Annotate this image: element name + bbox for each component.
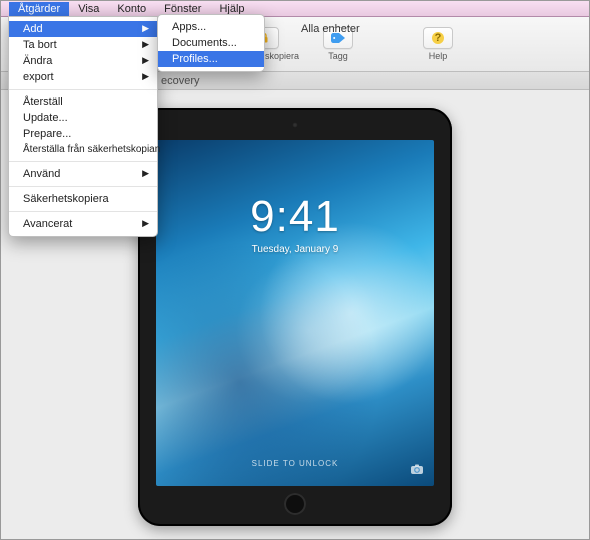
slide-to-unlock: SLIDE TO UNLOCK <box>252 459 339 468</box>
home-button-icon <box>284 493 306 515</box>
menu-item-restore[interactable]: Återställ <box>9 94 157 110</box>
actions-menu: Add▶ Ta bort▶ Ändra▶ export▶ Återställ U… <box>8 16 158 237</box>
device-screen: 9:41 Tuesday, January 9 SLIDE TO UNLOCK <box>156 140 434 486</box>
submenu-arrow-icon: ▶ <box>142 23 149 34</box>
menu-visa[interactable]: Visa <box>69 2 108 16</box>
submenu-arrow-icon: ▶ <box>142 39 149 50</box>
submenu-item-profiles[interactable]: Profiles... <box>158 51 264 67</box>
help-icon: ? <box>423 27 453 49</box>
tab-recovery[interactable]: ecovery <box>161 75 200 87</box>
toolbar-label: Help <box>429 51 448 61</box>
menu-item-prepare[interactable]: Prepare... <box>9 126 157 142</box>
svg-text:?: ? <box>435 32 442 44</box>
lock-date: Tuesday, January 9 <box>252 244 339 255</box>
devices-header: Alla enheter <box>301 23 360 35</box>
menu-konto[interactable]: Konto <box>108 2 155 16</box>
menu-item-advanced[interactable]: Avancerat▶ <box>9 216 157 232</box>
menu-item-add[interactable]: Add▶ <box>9 21 157 37</box>
menu-separator <box>9 89 157 90</box>
lock-clock: 9:41 <box>250 192 340 242</box>
camera-icon <box>292 122 298 128</box>
menu-bar: Åtgärder Visa Konto Fönster Hjälp <box>1 1 589 17</box>
device-ipad: 9:41 Tuesday, January 9 SLIDE TO UNLOCK <box>138 108 452 526</box>
submenu-arrow-icon: ▶ <box>142 55 149 66</box>
menu-item-apply[interactable]: Använd▶ <box>9 166 157 182</box>
submenu-arrow-icon: ▶ <box>142 71 149 82</box>
menu-separator <box>9 161 157 162</box>
submenu-arrow-icon: ▶ <box>142 168 149 179</box>
menu-separator <box>9 186 157 187</box>
submenu-item-apps[interactable]: Apps... <box>158 19 264 35</box>
toolbar-help-button[interactable]: ? Help <box>409 27 467 61</box>
toolbar-label: Tagg <box>328 51 348 61</box>
menu-item-backup[interactable]: Säkerhetskopiera <box>9 191 157 207</box>
menu-item-remove[interactable]: Ta bort▶ <box>9 37 157 53</box>
camera-shortcut-icon <box>410 462 424 476</box>
menu-atgarder[interactable]: Åtgärder <box>9 2 69 16</box>
submenu-arrow-icon: ▶ <box>142 218 149 229</box>
menu-item-update[interactable]: Update... <box>9 110 157 126</box>
menu-item-export[interactable]: export▶ <box>9 69 157 85</box>
menu-item-restore-backup[interactable]: Återställa från säkerhetskopian <box>9 142 157 157</box>
menu-separator <box>9 211 157 212</box>
submenu-item-documents[interactable]: Documents... <box>158 35 264 51</box>
add-submenu: Apps... Documents... Profiles... <box>157 14 265 72</box>
menu-item-modify[interactable]: Ändra▶ <box>9 53 157 69</box>
